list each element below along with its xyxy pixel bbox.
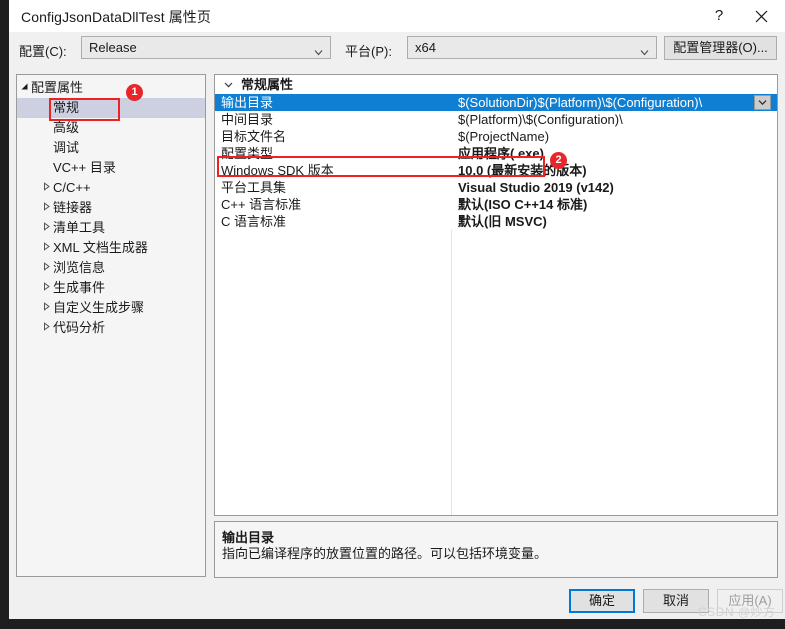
property-value[interactable]: 默认(旧 MSVC) (458, 213, 773, 230)
sidebar-item-7[interactable]: 清单工具 (17, 218, 205, 238)
sidebar-item-label: 配置属性 (31, 80, 84, 95)
chevron-down-icon (640, 44, 649, 56)
help-icon[interactable]: ? (705, 4, 733, 28)
expander-collapsed-icon[interactable] (39, 318, 53, 338)
close-icon[interactable] (747, 4, 775, 28)
description-panel: 输出目录 指向已编译程序的放置位置的路径。可以包括环境变量。 (214, 521, 778, 578)
configuration-value: Release (89, 40, 137, 55)
sidebar-item-12[interactable]: 代码分析 (17, 318, 205, 338)
property-row-7[interactable]: C 语言标准 默认(旧 MSVC) (215, 213, 777, 230)
chevron-down-icon[interactable] (221, 75, 235, 94)
property-pages-dialog-screen: ConfigJsonDataDllTest 属性页 ? 配置(C): Relea… (0, 0, 785, 629)
property-name: 输出目录 (221, 95, 274, 110)
property-row-0[interactable]: 输出目录 $(SolutionDir)$(Platform)\$(Configur… (215, 94, 777, 111)
window-title: ConfigJsonDataDllTest 属性页 (21, 9, 212, 25)
sidebar-item-label: 链接器 (53, 200, 93, 215)
expander-collapsed-icon[interactable] (39, 238, 53, 258)
configuration-manager-button[interactable]: 配置管理器(O)... (664, 36, 777, 60)
sidebar-item-0[interactable]: 配置属性 (17, 78, 205, 98)
configuration-bar: 配置(C): Release 平台(P): x64 配置管理器(O)... (9, 32, 785, 68)
output-directory-dropdown-button[interactable] (754, 95, 771, 110)
sidebar-item-label: XML 文档生成器 (53, 240, 148, 255)
property-tree-list: 配置属性常规高级调试 VC++ 目录 C/C++ 链接器清单工具 XML 文档生成器 浏览… (17, 75, 205, 338)
property-row-2[interactable]: 目标文件名 $(ProjectName) (215, 128, 777, 145)
sidebar-item-2[interactable]: 高级 (17, 118, 205, 138)
description-title: 输出目录 (222, 530, 275, 545)
sidebar-item-10[interactable]: 生成事件 (17, 278, 205, 298)
sidebar-item-label: 调试 (53, 140, 80, 155)
property-row-3[interactable]: 配置类型 应用程序(.exe) (215, 145, 777, 162)
property-row-5[interactable]: 平台工具集 Visual Studio 2019 (v142) (215, 179, 777, 196)
platform-label: 平台(P): (345, 44, 392, 59)
property-value[interactable]: $(ProjectName) (458, 128, 773, 145)
sidebar-item-4[interactable]: VC++ 目录 (17, 158, 205, 178)
platform-combo[interactable]: x64 (407, 36, 657, 59)
expander-collapsed-icon[interactable] (39, 198, 53, 218)
property-value[interactable]: $(SolutionDir)$(Platform)\$(Configuratio… (458, 94, 773, 111)
editor-background-strip-bottom (0, 619, 785, 629)
title-bar: ConfigJsonDataDllTest 属性页 ? (9, 0, 785, 32)
expander-expanded-icon[interactable] (17, 78, 31, 98)
expander-collapsed-icon[interactable] (39, 178, 53, 198)
sidebar-item-label: 自定义生成步骤 (53, 300, 145, 315)
sidebar-item-6[interactable]: 链接器 (17, 198, 205, 218)
property-row-6[interactable]: C++ 语言标准 默认(ISO C++14 标准) (215, 196, 777, 213)
sidebar-item-label: C/C++ (53, 180, 91, 195)
sidebar-item-5[interactable]: C/C++ (17, 178, 205, 198)
description-text: 指向已编译程序的放置位置的路径。可以包括环境变量。 (222, 546, 548, 561)
property-pages-dialog: ConfigJsonDataDllTest 属性页 ? 配置(C): Relea… (9, 0, 785, 619)
sidebar-item-label: 高级 (53, 120, 80, 135)
sidebar-item-label: 清单工具 (53, 220, 106, 235)
sidebar-item-label: 常规 (53, 100, 80, 115)
property-name: Windows SDK 版本 (221, 163, 334, 178)
sidebar-item-label: 浏览信息 (53, 260, 106, 275)
sidebar-item-3[interactable]: 调试 (17, 138, 205, 158)
property-row-4[interactable]: Windows SDK 版本 10.0 (最新安装的版本) (215, 162, 777, 179)
expander-collapsed-icon[interactable] (39, 298, 53, 318)
property-name: 平台工具集 (221, 180, 287, 195)
property-name: C 语言标准 (221, 214, 287, 229)
configuration-combo[interactable]: Release (81, 36, 331, 59)
property-value[interactable]: 应用程序(.exe) (458, 145, 773, 162)
property-value[interactable]: 默认(ISO C++14 标准) (458, 196, 773, 213)
sidebar-item-label: VC++ 目录 (53, 160, 116, 175)
property-grid-panel[interactable]: 常规属性 输出目录 $(SolutionDir)$(Platform)\$(Con… (214, 74, 778, 516)
platform-value: x64 (415, 40, 436, 55)
sidebar-item-label: 生成事件 (53, 280, 106, 295)
apply-button: 应用(A) (717, 589, 783, 613)
property-category-label: 常规属性 (241, 77, 294, 92)
ok-button[interactable]: 确定 (569, 589, 635, 613)
property-name: 配置类型 (221, 146, 274, 161)
sidebar-item-1[interactable]: 常规 (17, 98, 205, 118)
property-category-header[interactable]: 常规属性 (215, 75, 777, 94)
property-name: C++ 语言标准 (221, 197, 302, 212)
sidebar-item-8[interactable]: XML 文档生成器 (17, 238, 205, 258)
property-tree-panel[interactable]: 配置属性常规高级调试 VC++ 目录 C/C++ 链接器清单工具 XML 文档生成器 浏览… (16, 74, 206, 577)
editor-background-strip (0, 0, 9, 629)
configuration-label: 配置(C): (19, 44, 67, 59)
property-row-1[interactable]: 中间目录 $(Platform)\$(Configuration)\ (215, 111, 777, 128)
chevron-down-icon (314, 44, 323, 56)
property-name: 目标文件名 (221, 129, 287, 144)
property-value[interactable]: 10.0 (最新安装的版本) (458, 162, 773, 179)
sidebar-item-11[interactable]: 自定义生成步骤 (17, 298, 205, 318)
property-value[interactable]: Visual Studio 2019 (v142) (458, 179, 773, 196)
expander-collapsed-icon[interactable] (39, 278, 53, 298)
cancel-button[interactable]: 取消 (643, 589, 709, 613)
property-value[interactable]: $(Platform)\$(Configuration)\ (458, 111, 773, 128)
sidebar-item-9[interactable]: 浏览信息 (17, 258, 205, 278)
property-name: 中间目录 (221, 112, 274, 127)
property-grid-rows: 输出目录 $(SolutionDir)$(Platform)\$(Configur… (215, 94, 777, 230)
expander-collapsed-icon[interactable] (39, 258, 53, 278)
sidebar-item-label: 代码分析 (53, 320, 106, 335)
expander-collapsed-icon[interactable] (39, 218, 53, 238)
